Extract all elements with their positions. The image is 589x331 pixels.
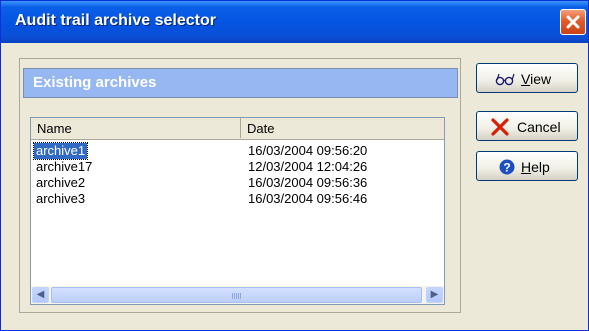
- view-button[interactable]: View: [476, 63, 578, 93]
- scroll-left-button[interactable]: ◀: [32, 287, 49, 303]
- archive-date: 16/03/2004 09:56:46: [248, 191, 368, 206]
- archive-name: archive17: [36, 159, 93, 174]
- cancel-button[interactable]: Cancel: [476, 111, 578, 141]
- scroll-right-button[interactable]: ▶: [426, 287, 443, 303]
- svg-text:?: ?: [503, 161, 510, 175]
- archive-date: 16/03/2004 09:56:36: [248, 175, 368, 190]
- help-question-icon: ?: [499, 159, 515, 175]
- scrollbar-thumb[interactable]: [51, 287, 422, 303]
- help-button-label: Help: [521, 159, 550, 175]
- close-button[interactable]: [560, 9, 586, 35]
- window-title: Audit trail archive selector: [15, 12, 216, 29]
- archive-date: 12/03/2004 12:04:26: [248, 159, 368, 174]
- title-bar[interactable]: Audit trail archive selector: [1, 1, 588, 43]
- archive-name: archive2: [36, 175, 86, 190]
- column-header-date[interactable]: Date: [241, 118, 444, 138]
- column-header-name[interactable]: Name: [31, 118, 241, 138]
- dialog-window: Audit trail archive selector Existing ar…: [0, 0, 589, 331]
- help-button[interactable]: ? Help: [476, 151, 578, 181]
- chevron-left-icon: ◀: [36, 289, 45, 300]
- list-item[interactable]: archive2 16/03/2004 09:56:36: [31, 175, 444, 191]
- archive-date: 16/03/2004 09:56:20: [248, 143, 368, 158]
- grip-icon: [232, 293, 242, 299]
- archive-name: archive1: [32, 142, 89, 160]
- close-icon: [566, 15, 580, 29]
- archive-name: archive3: [36, 191, 86, 206]
- archive-list[interactable]: Name Date archive1 16/03/2004 09:56:20 a…: [30, 117, 445, 305]
- view-button-label: View: [521, 71, 552, 87]
- chevron-right-icon: ▶: [430, 289, 439, 300]
- red-x-icon: [491, 118, 509, 136]
- column-headers: Name Date: [31, 118, 444, 140]
- list-item[interactable]: archive17 12/03/2004 12:04:26: [31, 159, 444, 175]
- panel-header: Existing archives: [23, 68, 458, 98]
- glasses-icon: [495, 73, 515, 86]
- cancel-button-label: Cancel: [517, 119, 561, 135]
- list-item[interactable]: archive1 16/03/2004 09:56:20: [31, 142, 444, 160]
- list-item[interactable]: archive3 16/03/2004 09:56:46: [31, 191, 444, 207]
- horizontal-scrollbar[interactable]: ◀ ▶: [31, 286, 444, 304]
